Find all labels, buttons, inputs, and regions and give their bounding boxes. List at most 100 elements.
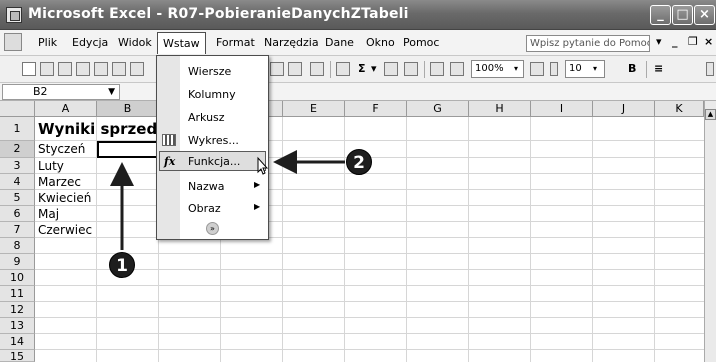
row-header-11[interactable]: 11 [0, 286, 35, 302]
doc-minimize-icon[interactable]: _ [672, 35, 678, 48]
active-cell-b2[interactable] [97, 141, 159, 158]
name-box[interactable]: B2 ▼ [2, 84, 120, 100]
row-header-10[interactable]: 10 [0, 270, 35, 286]
copy-icon[interactable] [270, 62, 284, 76]
workbook-icon[interactable] [4, 33, 22, 51]
help-search-input[interactable]: Wpisz pytanie do Pomocy [526, 35, 650, 52]
doc-close-icon[interactable]: × [704, 35, 713, 48]
row-header-5[interactable]: 5 [0, 190, 35, 206]
toolbar-options-icon[interactable] [706, 62, 714, 76]
menu-item-kolumny[interactable]: Kolumny [188, 88, 236, 101]
gridline [35, 333, 704, 334]
column-header-g[interactable]: G [407, 101, 469, 117]
submenu-arrow-icon: ▶ [254, 180, 261, 189]
expand-menu-icon[interactable]: » [206, 222, 219, 235]
format-painter-icon[interactable] [310, 62, 324, 76]
menu-okno[interactable]: Okno [366, 36, 395, 49]
select-all-corner[interactable] [0, 101, 35, 117]
help-icon[interactable] [530, 62, 544, 76]
toolbar-separator [330, 61, 331, 78]
column-header-a[interactable]: A [35, 101, 97, 117]
cell-a7[interactable]: Czerwiec [38, 223, 92, 238]
menu-bar: Plik Edycja Widok Wstaw Format Narzędzia… [0, 30, 716, 56]
row-header-7[interactable]: 7 [0, 222, 35, 238]
menu-item-funkcja[interactable]: Funkcja... [188, 155, 240, 168]
menu-pomoc[interactable]: Pomoc [403, 36, 439, 49]
spelling-icon[interactable] [130, 62, 144, 76]
zoom-dropdown-icon[interactable]: ▾ [514, 64, 518, 73]
callout-badge-2: 2 [346, 149, 372, 175]
insert-menu: Wiersze Kolumny Arkusz Wykres... fx Funk… [156, 55, 269, 240]
sort-descending-icon[interactable] [404, 62, 418, 76]
excel-app-icon[interactable] [6, 7, 22, 23]
sort-ascending-icon[interactable] [384, 62, 398, 76]
gridline [35, 237, 704, 238]
close-button[interactable]: × [694, 5, 715, 25]
font-size-select[interactable]: 10 [565, 60, 605, 78]
gridline [344, 117, 345, 362]
row-header-15[interactable]: 15 [0, 350, 35, 362]
menu-dane[interactable]: Dane [325, 36, 354, 49]
menu-item-arkusz[interactable]: Arkusz [188, 111, 225, 124]
cell-a2[interactable]: Styczeń [38, 142, 85, 157]
row-header-2[interactable]: 2 [0, 141, 35, 158]
row-header-12[interactable]: 12 [0, 302, 35, 318]
row-header-3[interactable]: 3 [0, 158, 35, 174]
scroll-up-icon[interactable]: ▲ [705, 109, 716, 120]
cell-a4[interactable]: Marzec [38, 175, 81, 190]
paste-icon[interactable] [288, 62, 302, 76]
name-box-dropdown-icon[interactable]: ▼ [108, 85, 115, 99]
align-left-icon[interactable]: ≡ [654, 62, 663, 75]
hyperlink-icon[interactable] [336, 62, 350, 76]
autosum-icon[interactable]: Σ [358, 62, 366, 75]
bold-button[interactable]: B [628, 62, 636, 75]
row-header-8[interactable]: 8 [0, 238, 35, 254]
menu-item-obraz-row[interactable]: Obraz ▶ [188, 202, 260, 215]
print-icon[interactable] [94, 62, 108, 76]
menu-edycja[interactable]: Edycja [72, 36, 108, 49]
column-header-h[interactable]: H [469, 101, 531, 117]
cell-a6[interactable]: Maj [38, 207, 59, 222]
permission-icon[interactable] [76, 62, 90, 76]
column-header-b[interactable]: B [97, 101, 159, 117]
chart-wizard-icon[interactable] [430, 62, 444, 76]
menu-format[interactable]: Format [216, 36, 255, 49]
menu-item-wiersze[interactable]: Wiersze [188, 65, 231, 78]
row-header-13[interactable]: 13 [0, 318, 35, 334]
minimize-button[interactable]: _ [650, 5, 671, 25]
cell-a5[interactable]: Kwiecień [38, 191, 91, 206]
autosum-dropdown-icon[interactable]: ▾ [371, 62, 377, 75]
menu-item-nazwa-row[interactable]: Nazwa ▶ [188, 180, 260, 193]
drawing-icon[interactable] [450, 62, 464, 76]
column-header-e[interactable]: E [283, 101, 345, 117]
gridline [35, 189, 704, 190]
column-header-k[interactable]: K [655, 101, 704, 117]
help-dropdown-icon[interactable]: ▾ [656, 35, 662, 48]
menu-narzedzia[interactable]: Narzędzia [264, 36, 319, 49]
column-header-f[interactable]: F [345, 101, 407, 117]
menu-item-wykres[interactable]: Wykres... [188, 134, 239, 147]
save-icon[interactable] [58, 62, 72, 76]
row-header-4[interactable]: 4 [0, 174, 35, 190]
row-header-9[interactable]: 9 [0, 254, 35, 270]
gridline [35, 349, 704, 350]
new-file-icon[interactable] [22, 62, 36, 76]
vertical-scrollbar[interactable]: ▲ [704, 101, 716, 362]
open-icon[interactable] [40, 62, 54, 76]
toolbar-options-icon[interactable] [550, 62, 558, 76]
row-header-14[interactable]: 14 [0, 334, 35, 350]
row-header-6[interactable]: 6 [0, 206, 35, 222]
row-header-1[interactable]: 1 [0, 117, 35, 141]
cell-a3[interactable]: Luty [38, 159, 64, 174]
menu-wstaw[interactable]: Wstaw [157, 32, 206, 54]
column-header-i[interactable]: I [531, 101, 593, 117]
maximize-button[interactable]: □ [672, 5, 693, 25]
menu-plik[interactable]: Plik [38, 36, 57, 49]
column-header-j[interactable]: J [593, 101, 655, 117]
doc-restore-icon[interactable]: ❐ [688, 35, 698, 48]
menu-widok[interactable]: Widok [118, 36, 152, 49]
submenu-arrow-icon: ▶ [254, 202, 261, 211]
toolbar-separator [424, 61, 425, 78]
print-preview-icon[interactable] [112, 62, 126, 76]
font-size-dropdown-icon[interactable]: ▾ [593, 64, 597, 73]
